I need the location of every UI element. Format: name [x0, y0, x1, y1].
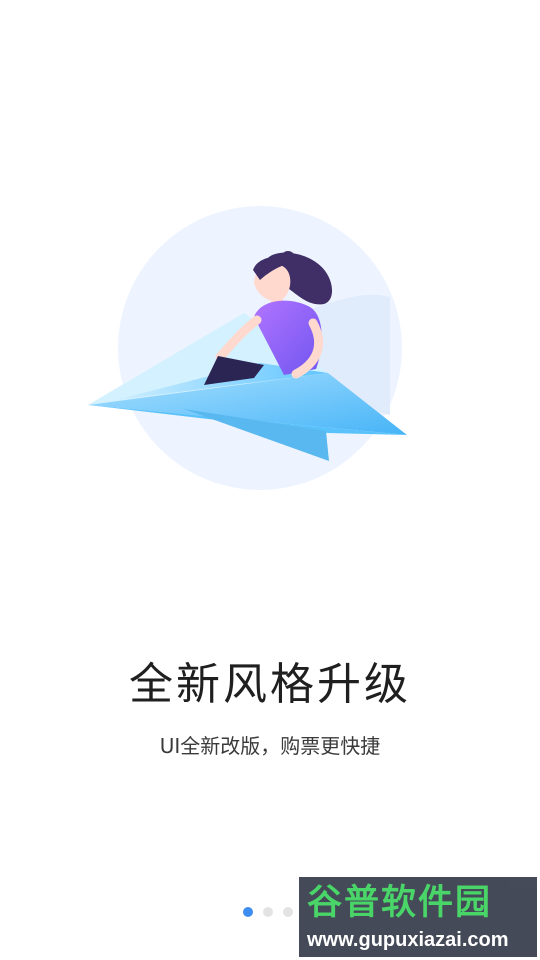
watermark-name: 谷普软件园: [307, 883, 493, 923]
page-indicator: [243, 907, 293, 917]
page-indicator-dot-active[interactable]: [243, 907, 253, 917]
onboarding-subtitle: UI全新改版，购票更快捷: [159, 734, 381, 758]
paper-plane-illustration: [88, 206, 407, 490]
page-indicator-dot[interactable]: [283, 907, 293, 917]
page-indicator-dot[interactable]: [263, 907, 273, 917]
watermark-overlay: 谷普软件园 www.gupuxiazai.com: [299, 877, 537, 957]
onboarding-screen: 全新风格升级 UI全新改版，购票更快捷 谷普软件园 www.gupuxiazai…: [0, 0, 540, 960]
onboarding-title: 全新风格升级: [129, 659, 411, 710]
watermark-url: www.gupuxiazai.com: [307, 929, 509, 951]
